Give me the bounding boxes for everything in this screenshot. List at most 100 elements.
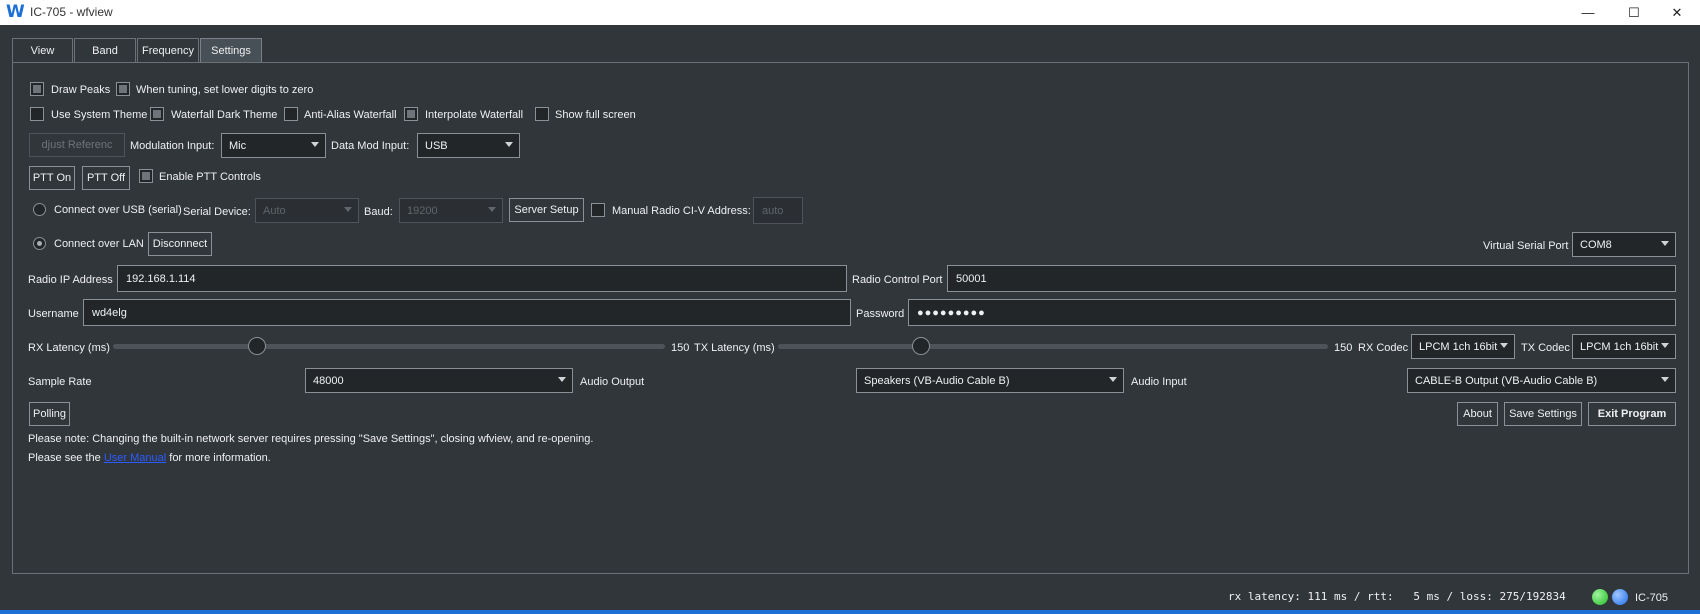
tx-codec-select[interactable]: LPCM 1ch 16bit xyxy=(1572,334,1676,359)
chevron-down-icon xyxy=(1500,343,1508,348)
draw-peaks-label: Draw Peaks xyxy=(51,84,111,96)
serial-device-select[interactable]: Auto xyxy=(255,198,359,223)
full-screen-checkbox[interactable] xyxy=(535,107,549,121)
lower-digits-label: When tuning, set lower digits to zero xyxy=(136,84,314,96)
baud-label: Baud: xyxy=(364,206,393,218)
virtual-serial-select[interactable]: COM8 xyxy=(1572,232,1676,257)
tab-settings[interactable]: Settings xyxy=(200,38,262,63)
rx-latency-slider-handle[interactable] xyxy=(247,337,266,355)
taskbar-edge xyxy=(0,610,1700,614)
waterfall-dark-checkbox[interactable] xyxy=(150,107,164,121)
rx-latency-label: RX Latency (ms) xyxy=(28,342,110,354)
tab-view[interactable]: View xyxy=(12,38,73,63)
user-manual-suffix: for more information. xyxy=(166,452,271,464)
tx-latency-value: 150 xyxy=(1334,342,1353,354)
sample-rate-label: Sample Rate xyxy=(28,376,92,388)
audio-output-select[interactable]: Speakers (VB-Audio Cable B) xyxy=(856,368,1124,393)
connect-lan-label: Connect over LAN xyxy=(54,238,144,250)
connect-usb-label: Connect over USB (serial) xyxy=(54,204,182,216)
audio-output-label: Audio Output xyxy=(580,376,645,388)
title-bar: W IC-705 - wfview — ☐ ✕ xyxy=(0,0,1700,25)
user-manual-note: Please see the User Manual for more info… xyxy=(28,451,271,465)
system-theme-checkbox[interactable] xyxy=(30,107,44,121)
rx-latency-slider[interactable] xyxy=(113,344,665,349)
ptt-off-button[interactable]: PTT Off xyxy=(82,166,130,190)
password-input[interactable]: ●●●●●●●●● xyxy=(908,299,1676,326)
chevron-down-icon xyxy=(311,142,319,147)
system-theme-label: Use System Theme xyxy=(51,109,148,121)
chevron-down-icon xyxy=(1661,377,1669,382)
sample-rate-value: 48000 xyxy=(313,374,344,387)
minimize-button[interactable]: — xyxy=(1565,0,1611,25)
adjust-reference-button[interactable]: djust Referenc xyxy=(29,133,125,157)
baud-select[interactable]: 19200 xyxy=(399,198,503,223)
connect-usb-radio[interactable] xyxy=(33,203,46,216)
serial-device-value: Auto xyxy=(263,204,286,217)
close-button[interactable]: ✕ xyxy=(1654,0,1700,25)
audio-input-label: Audio Input xyxy=(1131,376,1187,388)
data-mod-input-label: Data Mod Input: xyxy=(331,140,410,152)
chevron-down-icon xyxy=(1661,343,1669,348)
tx-latency-label: TX Latency (ms) xyxy=(694,342,775,354)
anti-alias-label: Anti-Alias Waterfall xyxy=(304,109,397,121)
password-label: Password xyxy=(856,308,905,320)
draw-peaks-checkbox[interactable] xyxy=(30,82,44,96)
radio-ip-input[interactable]: 192.168.1.114 xyxy=(117,265,847,292)
polling-button[interactable]: Polling xyxy=(29,402,70,426)
tx-latency-slider[interactable] xyxy=(778,344,1328,349)
rx-codec-label: RX Codec xyxy=(1358,342,1409,354)
modulation-input-value: Mic xyxy=(229,139,247,152)
tab-frequency[interactable]: Frequency xyxy=(137,38,199,63)
virtual-serial-value: COM8 xyxy=(1580,238,1612,251)
radio-port-input[interactable]: 50001 xyxy=(947,265,1676,292)
radio-port-label: Radio Control Port xyxy=(852,274,943,286)
serial-device-label: Serial Device: xyxy=(183,206,251,218)
radio-ip-label: Radio IP Address xyxy=(28,274,113,286)
window-title: IC-705 - wfview xyxy=(30,5,113,19)
sample-rate-select[interactable]: 48000 xyxy=(305,368,573,393)
chevron-down-icon xyxy=(344,207,352,212)
about-button[interactable]: About xyxy=(1457,402,1498,426)
server-setup-button[interactable]: Server Setup xyxy=(509,198,584,222)
rx-codec-select[interactable]: LPCM 1ch 16bit xyxy=(1411,334,1515,359)
virtual-serial-label: Virtual Serial Port xyxy=(1483,240,1569,252)
data-mod-input-value: USB xyxy=(425,139,448,152)
username-label: Username xyxy=(28,308,79,320)
full-screen-label: Show full screen xyxy=(555,109,636,121)
tab-band[interactable]: Band xyxy=(74,38,136,63)
audio-input-select[interactable]: CABLE-B Output (VB-Audio Cable B) xyxy=(1407,368,1676,393)
tab-bar: View Band Frequency Settings xyxy=(12,38,263,63)
ptt-on-button[interactable]: PTT On xyxy=(29,166,75,190)
modulation-input-select[interactable]: Mic xyxy=(221,133,326,158)
enable-ptt-label: Enable PTT Controls xyxy=(159,171,261,183)
connect-lan-radio[interactable] xyxy=(33,237,46,250)
manual-civ-checkbox[interactable] xyxy=(591,203,605,217)
chevron-down-icon xyxy=(505,142,513,147)
audio-output-value: Speakers (VB-Audio Cable B) xyxy=(864,374,1010,387)
enable-ptt-checkbox[interactable] xyxy=(139,169,153,183)
chevron-down-icon xyxy=(558,377,566,382)
tx-latency-slider-handle[interactable] xyxy=(912,337,930,355)
disconnect-button[interactable]: Disconnect xyxy=(148,232,212,256)
connection-status-led-icon xyxy=(1592,589,1608,605)
anti-alias-checkbox[interactable] xyxy=(284,107,298,121)
tx-codec-value: LPCM 1ch 16bit xyxy=(1580,340,1659,353)
data-mod-input-select[interactable]: USB xyxy=(417,133,520,158)
lower-digits-checkbox[interactable] xyxy=(116,82,130,96)
wfview-logo-icon: W xyxy=(6,2,25,22)
chevron-down-icon xyxy=(488,207,496,212)
radio-status-led-icon xyxy=(1612,589,1628,605)
user-manual-prefix: Please see the xyxy=(28,452,104,464)
status-bar: rx latency: 111 ms / rtt: 5 ms / loss: 2… xyxy=(0,588,1700,612)
status-text: rx latency: 111 ms / rtt: 5 ms / loss: 2… xyxy=(1228,590,1566,603)
chevron-down-icon xyxy=(1661,241,1669,246)
interpolate-checkbox[interactable] xyxy=(404,107,418,121)
user-manual-link[interactable]: User Manual xyxy=(104,452,166,464)
interpolate-label: Interpolate Waterfall xyxy=(425,109,524,121)
username-input[interactable]: wd4elg xyxy=(83,299,851,326)
save-settings-button[interactable]: Save Settings xyxy=(1504,402,1582,426)
civ-address-input[interactable]: auto xyxy=(753,197,803,224)
maximize-button[interactable]: ☐ xyxy=(1611,0,1657,25)
radio-name: IC-705 xyxy=(1635,592,1669,604)
exit-program-button[interactable]: Exit Program xyxy=(1588,402,1676,426)
